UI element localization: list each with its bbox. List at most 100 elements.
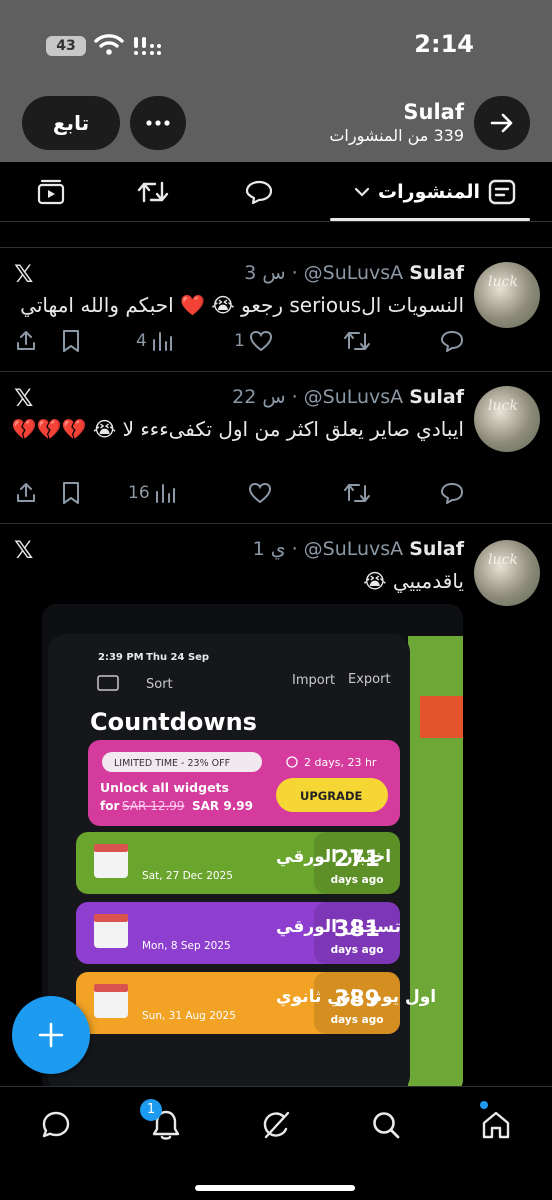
views-button[interactable]: 4 bbox=[136, 324, 173, 358]
status-time: 2:14 bbox=[414, 30, 474, 58]
post-handle[interactable]: @SuLuvsA bbox=[304, 386, 404, 408]
tab-replies[interactable] bbox=[236, 172, 282, 212]
post-author[interactable]: Sulaf bbox=[409, 538, 464, 560]
calendar-top bbox=[94, 984, 128, 992]
repost-button[interactable] bbox=[344, 476, 370, 510]
views-button[interactable]: 16 bbox=[128, 476, 176, 510]
countdown-unit: days ago bbox=[331, 1014, 384, 1026]
avatar[interactable]: luck bbox=[474, 540, 540, 606]
repost-icon bbox=[137, 181, 169, 203]
likes-count: 1 bbox=[234, 331, 245, 351]
search-icon bbox=[373, 1112, 400, 1139]
home-unread-dot bbox=[480, 1101, 488, 1109]
tab-reposts[interactable] bbox=[130, 172, 176, 212]
post-author[interactable]: Sulaf bbox=[409, 262, 464, 284]
reply-icon bbox=[441, 331, 463, 352]
share-button[interactable] bbox=[14, 476, 38, 510]
tab-videos[interactable] bbox=[28, 172, 74, 212]
countdown-date: Mon, 8 Sep 2025 bbox=[142, 940, 231, 952]
post-meta: 1 ي · @SuLuvsA Sulaf bbox=[252, 538, 464, 560]
nav-home[interactable] bbox=[476, 1105, 516, 1145]
screen: { "status_bar": {"time": "2:14", "batter… bbox=[0, 0, 552, 1200]
bookmark-icon bbox=[63, 482, 79, 504]
app-sort: Sort bbox=[146, 677, 173, 692]
post-count: 339 من المنشورات bbox=[329, 126, 464, 145]
repost-button[interactable] bbox=[344, 324, 370, 358]
profile-tabs: المنشورات bbox=[0, 162, 552, 222]
reply-icon bbox=[441, 483, 463, 504]
share-icon bbox=[17, 331, 35, 350]
countdown-date: Sun, 31 Aug 2025 bbox=[142, 1010, 236, 1022]
more-options-button[interactable] bbox=[130, 96, 186, 150]
post-text: ايبادي صاير يعلق اكثر من اول تكفىءءء لا … bbox=[11, 417, 464, 441]
repost-icon bbox=[344, 484, 370, 502]
promo-tag: LIMITED TIME - 23% OFF bbox=[114, 758, 230, 769]
reply-button[interactable] bbox=[440, 324, 464, 358]
promo-line1: Unlock all widgets bbox=[100, 780, 229, 795]
promo-for: for bbox=[100, 799, 119, 813]
countdown-days: 389 bbox=[334, 987, 380, 1012]
post-image[interactable]: 2:39 PM Thu 24 Sep Sort Import Export Co… bbox=[42, 604, 463, 1094]
post-time: 1 ي bbox=[252, 538, 286, 560]
tab-active-indicator bbox=[330, 218, 530, 221]
post-time: 3 س bbox=[244, 262, 286, 284]
calendar-top bbox=[94, 914, 128, 922]
post-text: النسويات الserious رجعو 😭 ❤️ احبكم والله… bbox=[20, 293, 464, 317]
countdown-unit: days ago bbox=[331, 874, 384, 886]
status-bar: 43 2:14 bbox=[0, 0, 552, 88]
post-time: 22 س bbox=[232, 386, 286, 408]
like-button[interactable]: 1 bbox=[234, 324, 273, 358]
post-handle[interactable]: @SuLuvsA bbox=[304, 262, 404, 284]
post-text: ياقدمييي 😭 bbox=[363, 569, 464, 593]
reply-button[interactable] bbox=[440, 476, 464, 510]
grok-icon bbox=[263, 1111, 290, 1139]
nav-messages[interactable] bbox=[36, 1105, 76, 1145]
share-button[interactable] bbox=[14, 324, 38, 358]
app-time: 2:39 PM bbox=[98, 652, 144, 663]
avatar[interactable]: luck bbox=[474, 262, 540, 328]
notification-badge: 1 bbox=[140, 1099, 162, 1121]
views-count: 4 bbox=[136, 331, 147, 351]
repost-icon bbox=[344, 332, 370, 350]
profile-header: 43 2:14 تابع Sulaf 339 من المنشورات bbox=[0, 0, 552, 162]
app-title: Countdowns bbox=[90, 708, 257, 736]
share-icon bbox=[17, 483, 35, 502]
heart-icon bbox=[249, 330, 272, 352]
app-import: Import bbox=[292, 673, 335, 688]
heart-icon bbox=[248, 482, 272, 504]
tab-posts[interactable]: المنشورات bbox=[340, 172, 530, 212]
post[interactable]: 𝕏 3 س · @SuLuvsA Sulaf luck النسويات الs… bbox=[0, 248, 552, 372]
nav-grok[interactable] bbox=[256, 1105, 296, 1145]
promo-timer: 2 days, 23 hr bbox=[304, 756, 377, 769]
follow-button[interactable]: تابع bbox=[22, 96, 120, 150]
nav-search[interactable] bbox=[366, 1105, 406, 1145]
post-author[interactable]: Sulaf bbox=[409, 386, 464, 408]
chevron-down-icon bbox=[354, 187, 370, 197]
back-button[interactable] bbox=[474, 96, 530, 150]
countdown-list: اختبار الورقيSat, 27 Dec 2025271days ago… bbox=[76, 832, 436, 1034]
post[interactable]: 𝕏 22 س · @SuLuvsA Sulaf luck ايبادي صاير… bbox=[0, 372, 552, 524]
chat-icon bbox=[42, 1111, 70, 1138]
app-export: Export bbox=[348, 672, 391, 687]
reply-icon bbox=[245, 180, 273, 205]
post-actions: 16 bbox=[0, 476, 552, 510]
bookmark-icon bbox=[63, 330, 79, 352]
compose-button[interactable] bbox=[12, 996, 90, 1074]
bookmark-button[interactable] bbox=[60, 476, 82, 510]
post-handle[interactable]: @SuLuvsA bbox=[304, 538, 404, 560]
avatar[interactable]: luck bbox=[474, 386, 540, 452]
battery-icon: 43 bbox=[46, 36, 86, 56]
like-button[interactable] bbox=[248, 476, 272, 510]
post-meta: 22 س · @SuLuvsA Sulaf bbox=[232, 386, 464, 408]
promo-new-price: SAR 9.99 bbox=[192, 799, 253, 813]
views-icon bbox=[155, 484, 175, 503]
views-icon bbox=[152, 332, 172, 351]
x-logo-icon: 𝕏 bbox=[14, 536, 34, 564]
posts-icon bbox=[488, 179, 516, 205]
home-icon bbox=[482, 1111, 510, 1139]
calendar-top bbox=[94, 844, 128, 852]
bookmark-button[interactable] bbox=[60, 324, 82, 358]
post-actions: 4 1 bbox=[0, 324, 552, 358]
tab-posts-label: المنشورات bbox=[378, 181, 480, 203]
post-meta: 3 س · @SuLuvsA Sulaf bbox=[244, 262, 464, 284]
